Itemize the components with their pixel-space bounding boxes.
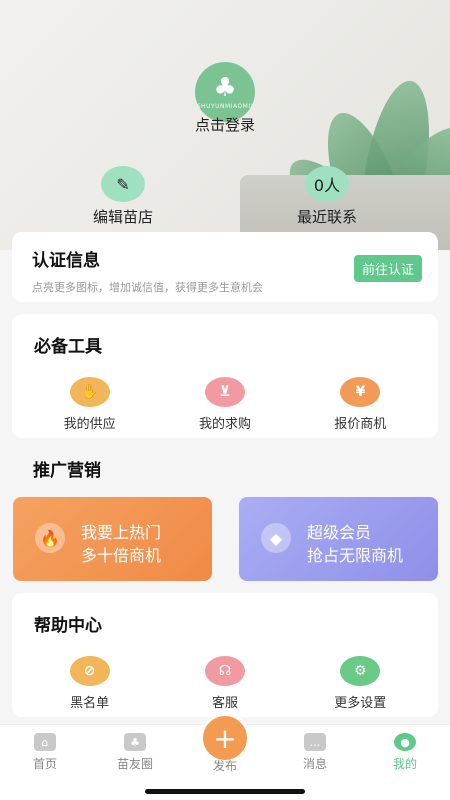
customer-service-button[interactable]: ☊ 客服 [170,656,280,711]
cart-icon: ⊻ [204,377,245,407]
edit-shop-label: 编辑苗店 [92,208,153,226]
promo-title: 推广营销 [33,461,101,481]
my-purchase-button[interactable]: ⊻ 我的求购 [170,377,280,432]
edit-shop-button[interactable]: ✎ 编辑苗店 [68,166,178,227]
logo-text: SHUYUNMIAOMU [196,102,254,110]
tab-mine-label: 我的 [392,757,417,771]
help-center-card: 帮助中心 ⊘ 黑名单 ☊ 客服 ⚙ 更多设置 [12,593,438,717]
blacklist-button[interactable]: ⊘ 黑名单 [35,656,145,711]
recent-contacts-label: 最近联系 [296,208,357,226]
home-indicator [145,789,305,794]
gear-icon: ⚙ [340,656,381,686]
my-supply-button[interactable]: ✋ 我的供应 [35,377,145,432]
blocked-user-icon: ⊘ [69,656,110,686]
profile-header: ♣ SHUYUNMIAOMU 点击登录 ✎ 编辑苗店 0人 最近联系 [0,0,450,250]
tab-friends-label: 苗友圈 [116,757,153,771]
vip-promo-line2: 抢占无限商机 [307,546,404,565]
tab-mine[interactable]: ● 我的 [370,733,440,772]
help-title: 帮助中心 [34,616,102,636]
quote-opportunity-label: 报价商机 [334,417,387,432]
tools-card: 必备工具 ✋ 我的供应 ⊻ 我的求购 ¥ 报价商机 [12,314,438,438]
tab-messages[interactable]: … 消息 [280,733,350,772]
tab-messages-label: 消息 [302,757,327,771]
recent-contacts-count: 0人 [305,166,349,202]
publish-label: 发布 [212,759,237,773]
hand-supply-icon: ✋ [69,377,110,407]
tab-friends[interactable]: ♣ 苗友圈 [100,733,170,772]
tree-icon: ♣ [213,72,237,103]
tools-title: 必备工具 [34,337,102,357]
hot-promo-line2: 多十倍商机 [81,546,162,565]
more-settings-label: 更多设置 [334,696,387,711]
go-certify-button[interactable]: 前往认证 [353,255,422,282]
more-settings-button[interactable]: ⚙ 更多设置 [305,656,415,711]
hot-promo-line1: 我要上热门 [81,523,162,542]
edit-icon: ✎ [101,166,145,202]
hot-promo-banner[interactable]: 🔥 我要上热门 多十倍商机 [13,497,212,581]
bottom-tab-bar: ⌂ 首页 ♣ 苗友圈 + 发布 … 消息 ● 我的 [0,713,450,800]
app-logo-avatar[interactable]: ♣ SHUYUNMIAOMU [195,62,255,122]
home-icon: ⌂ [34,733,56,751]
tab-home[interactable]: ⌂ 首页 [10,733,80,772]
publish-button[interactable]: + [200,713,250,763]
diamond-icon: ◆ [261,523,291,553]
recent-contacts-button[interactable]: 0人 最近联系 [272,166,382,227]
headset-icon: ☊ [204,656,245,686]
plus-icon: + [213,721,237,755]
money-bag-icon: ¥ [340,377,381,407]
vip-promo-line1: 超级会员 [307,523,372,542]
vip-promo-banner[interactable]: ◆ 超级会员 抢占无限商机 [239,497,438,581]
user-icon: ● [394,733,416,751]
customer-service-label: 客服 [211,696,238,711]
my-supply-label: 我的供应 [63,417,116,432]
certification-card: 认证信息 点亮更多图标，增加诚信值，获得更多生意机会 前往认证 [12,232,438,302]
chat-bubble-icon: … [304,733,326,751]
tab-home-label: 首页 [32,757,57,771]
my-purchase-label: 我的求购 [198,417,251,432]
flame-icon: 🔥 [35,523,65,553]
blacklist-label: 黑名单 [70,696,110,711]
login-link[interactable]: 点击登录 [0,114,450,135]
clover-icon: ♣ [124,733,146,751]
quote-opportunity-button[interactable]: ¥ 报价商机 [305,377,415,432]
